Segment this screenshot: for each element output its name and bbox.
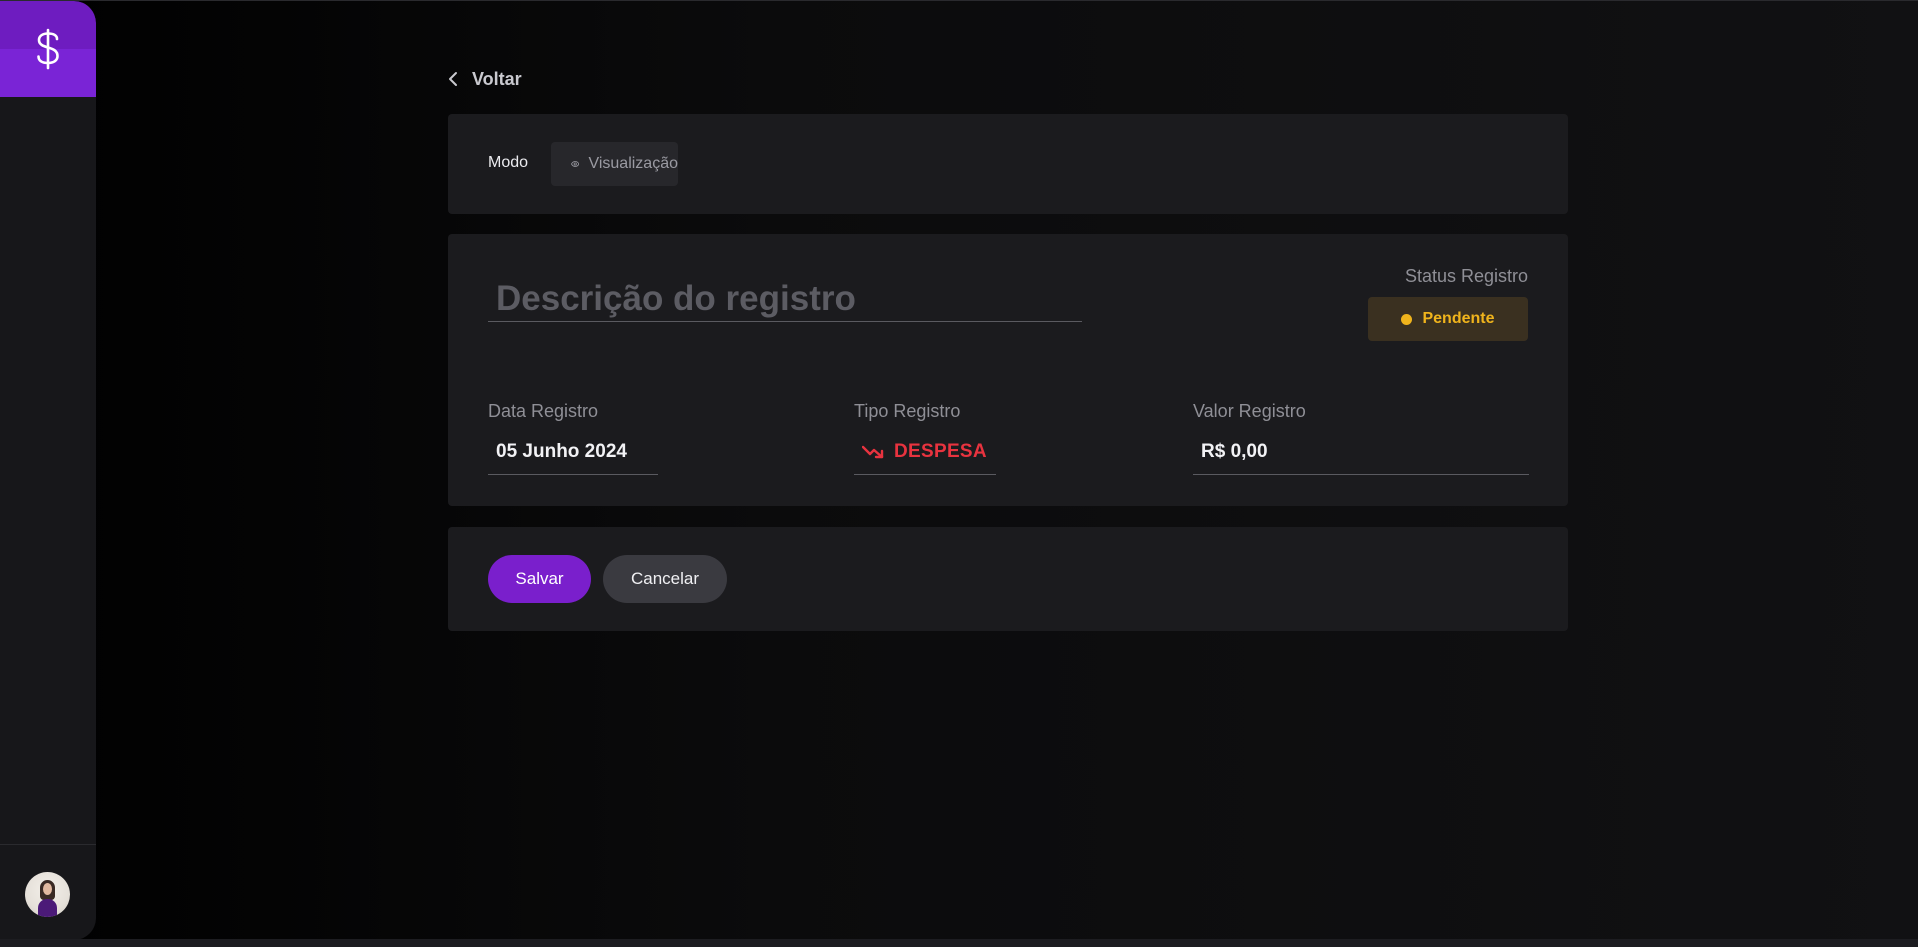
actions-card: Salvar Cancelar (448, 527, 1568, 631)
app-root: Voltar Modo Visualização Status Registro… (0, 0, 1918, 947)
trending-down-icon (862, 445, 884, 459)
dollar-sign-icon (37, 28, 59, 70)
amount-value: R$ 0,00 (1201, 441, 1268, 462)
type-label: Tipo Registro (854, 401, 961, 421)
date-field[interactable]: 05 Junho 2024 (488, 430, 658, 475)
mode-value: Visualização (588, 155, 678, 172)
app-logo[interactable] (0, 1, 96, 97)
type-value: DESPESA (894, 441, 987, 462)
description-input[interactable] (488, 276, 1082, 322)
status-dot-icon (1401, 313, 1413, 325)
sidebar-divider (0, 844, 96, 845)
status-value: Pendente (1422, 310, 1495, 327)
date-label: Data Registro (488, 401, 599, 421)
record-form-card: Status Registro Pendente Data Registro 0… (448, 234, 1568, 506)
amount-label: Valor Registro (1193, 401, 1306, 421)
sidebar (0, 1, 96, 940)
save-button[interactable]: Salvar (488, 555, 591, 603)
eye-icon (571, 161, 580, 167)
date-value: 05 Junho 2024 (496, 441, 627, 462)
back-link[interactable]: Voltar (448, 67, 522, 91)
mode-label: Modo (488, 154, 529, 171)
mode-card: Modo Visualização (448, 114, 1568, 214)
amount-field[interactable]: R$ 0,00 (1193, 430, 1529, 475)
chevron-left-icon (449, 72, 457, 86)
cancel-button[interactable]: Cancelar (603, 555, 727, 603)
back-label: Voltar (472, 68, 522, 89)
type-field[interactable]: DESPESA (854, 430, 996, 475)
status-badge[interactable]: Pendente (1368, 297, 1528, 341)
user-avatar[interactable] (25, 872, 70, 917)
status-title: Status Registro (1404, 266, 1528, 286)
mode-toggle-button[interactable]: Visualização (551, 142, 678, 186)
bottom-bar (0, 939, 1918, 947)
